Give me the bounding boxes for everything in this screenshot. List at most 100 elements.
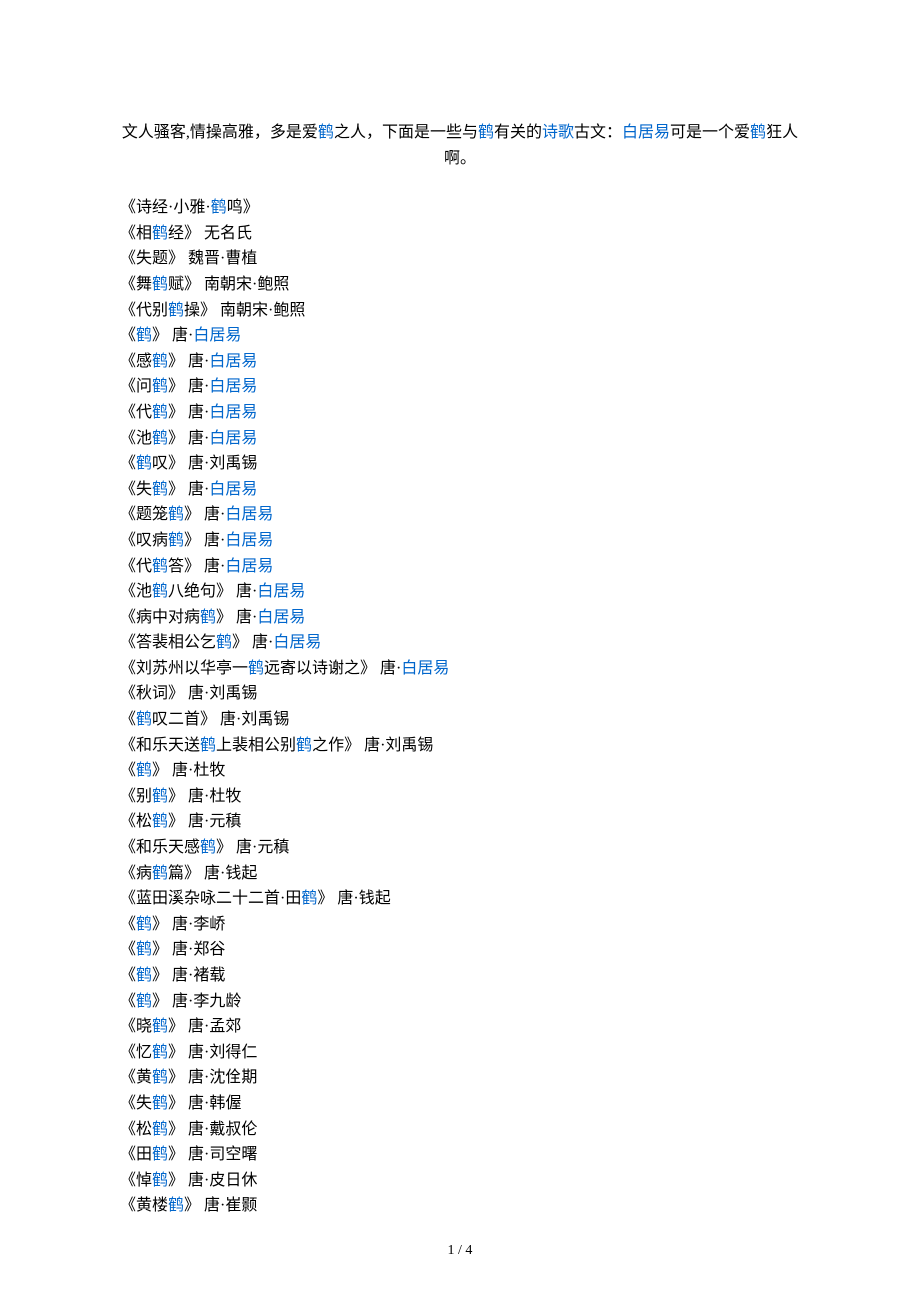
- link-text[interactable]: 鹤: [152, 813, 168, 830]
- link-text[interactable]: 鹤: [152, 225, 168, 242]
- static-text: 》 唐·褚载: [152, 967, 225, 984]
- list-item: 《刘苏州以华亭一鹤远寄以诗谢之》 唐·白居易: [120, 656, 800, 682]
- link-text[interactable]: 鹤: [152, 788, 168, 805]
- static-text: 《: [120, 327, 136, 344]
- static-text: 》 唐·元稹: [216, 839, 289, 856]
- link-text[interactable]: 鹤: [136, 967, 152, 984]
- link-text[interactable]: 鹤: [478, 124, 494, 141]
- link-text[interactable]: 鹤: [152, 583, 168, 600]
- list-item: 《黄鹤》 唐·沈佺期: [120, 1065, 800, 1091]
- static-text: 》 唐·: [168, 481, 209, 498]
- link-text[interactable]: 白居易: [193, 327, 241, 344]
- link-text[interactable]: 鹤: [152, 1172, 168, 1189]
- link-text[interactable]: 鹤: [136, 993, 152, 1010]
- link-text[interactable]: 鹤: [168, 506, 184, 523]
- static-text: 》 唐·郑谷: [152, 941, 225, 958]
- static-text: 有关的: [494, 124, 542, 141]
- list-item: 《黄楼鹤》 唐·崔颢: [120, 1193, 800, 1219]
- static-text: 《代: [120, 558, 152, 575]
- static-text: 》 唐·: [216, 609, 257, 626]
- link-text[interactable]: 鹤: [152, 481, 168, 498]
- link-text[interactable]: 鹤: [152, 1146, 168, 1163]
- link-text[interactable]: 鹤: [750, 124, 766, 141]
- link-text[interactable]: 鹤: [216, 634, 232, 651]
- static-text: 篇》 唐·钱起: [168, 865, 257, 882]
- link-text[interactable]: 鹤: [152, 558, 168, 575]
- link-text[interactable]: 白居易: [273, 634, 321, 651]
- link-text[interactable]: 鹤: [152, 353, 168, 370]
- link-text[interactable]: 白居易: [225, 506, 273, 523]
- link-text[interactable]: 白居易: [209, 430, 257, 447]
- link-text[interactable]: 白居易: [225, 532, 273, 549]
- link-text[interactable]: 鹤: [152, 378, 168, 395]
- list-item: 《鹤叹二首》 唐·刘禹锡: [120, 707, 800, 733]
- link-text[interactable]: 鹤: [248, 660, 264, 677]
- link-text[interactable]: 白居易: [225, 558, 273, 575]
- link-text[interactable]: 白居易: [622, 124, 670, 141]
- link-text[interactable]: 鹤: [136, 711, 152, 728]
- link-text[interactable]: 鹤: [136, 327, 152, 344]
- link-text[interactable]: 鹤: [168, 532, 184, 549]
- static-text: 可是一个爱: [670, 124, 750, 141]
- list-item: 《叹病鹤》 唐·白居易: [120, 528, 800, 554]
- document-page: 文人骚客,情操高雅，多是爱鹤之人，下面是一些与鹤有关的诗歌古文：白居易可是一个爱…: [0, 0, 920, 1302]
- list-item: 《悼鹤》 唐·皮日休: [120, 1168, 800, 1194]
- link-text[interactable]: 鹤: [318, 124, 334, 141]
- list-item: 《秋词》 唐·刘禹锡: [120, 681, 800, 707]
- static-text: 《黄楼: [120, 1197, 168, 1214]
- link-text[interactable]: 鹤: [152, 430, 168, 447]
- static-text: 》 唐·: [184, 506, 225, 523]
- list-item: 《代别鹤操》 南朝宋·鲍照: [120, 298, 800, 324]
- static-text: 《池: [120, 583, 152, 600]
- link-text[interactable]: 白居易: [209, 481, 257, 498]
- list-item: 《和乐天感鹤》 唐·元稹: [120, 835, 800, 861]
- link-text[interactable]: 白居易: [257, 609, 305, 626]
- link-text[interactable]: 鹤: [168, 302, 184, 319]
- link-text[interactable]: 白居易: [209, 378, 257, 395]
- static-text: 》 唐·沈佺期: [168, 1069, 257, 1086]
- link-text[interactable]: 鹤: [301, 890, 317, 907]
- static-text: 《题笼: [120, 506, 168, 523]
- static-text: 《相: [120, 225, 152, 242]
- static-text: 《蓝田溪杂咏二十二首·田: [120, 890, 301, 907]
- static-text: 《: [120, 455, 136, 472]
- link-text[interactable]: 鹤: [136, 941, 152, 958]
- static-text: 》 唐·皮日休: [168, 1172, 257, 1189]
- link-text[interactable]: 白居易: [401, 660, 449, 677]
- link-text[interactable]: 鹤: [152, 1069, 168, 1086]
- static-text: 《诗经·小雅·: [120, 199, 211, 216]
- link-text[interactable]: 鹤: [152, 865, 168, 882]
- list-item: 《答裴相公乞鹤》 唐·白居易: [120, 630, 800, 656]
- static-text: 《和乐天感: [120, 839, 200, 856]
- static-text: 《失题》 魏晋·曹植: [120, 250, 257, 267]
- link-text[interactable]: 白居易: [209, 353, 257, 370]
- static-text: 》 唐·: [168, 378, 209, 395]
- link-text[interactable]: 鹤: [136, 762, 152, 779]
- link-text[interactable]: 鹤: [200, 737, 216, 754]
- link-text[interactable]: 鹤: [152, 404, 168, 421]
- link-text[interactable]: 鹤: [152, 1044, 168, 1061]
- list-item: 《失鹤》 唐·白居易: [120, 477, 800, 503]
- link-text[interactable]: 白居易: [257, 583, 305, 600]
- link-text[interactable]: 鹤: [200, 839, 216, 856]
- link-text[interactable]: 鹤: [200, 609, 216, 626]
- link-text[interactable]: 鹤: [152, 276, 168, 293]
- link-text[interactable]: 鹤: [152, 1095, 168, 1112]
- intro-paragraph: 文人骚客,情操高雅，多是爱鹤之人，下面是一些与鹤有关的诗歌古文：白居易可是一个爱…: [120, 120, 800, 171]
- list-item: 《题笼鹤》 唐·白居易: [120, 502, 800, 528]
- link-text[interactable]: 鹤: [152, 1018, 168, 1035]
- list-item: 《鹤》 唐·白居易: [120, 323, 800, 349]
- link-text[interactable]: 鹤: [136, 455, 152, 472]
- link-text[interactable]: 白居易: [209, 404, 257, 421]
- link-text[interactable]: 诗歌: [542, 124, 574, 141]
- list-item: 《舞鹤赋》 南朝宋·鲍照: [120, 272, 800, 298]
- link-text[interactable]: 鹤: [296, 737, 312, 754]
- list-item: 《和乐天送鹤上裴相公别鹤之作》 唐·刘禹锡: [120, 733, 800, 759]
- link-text[interactable]: 鹤: [211, 199, 227, 216]
- static-text: 》 唐·: [232, 634, 273, 651]
- link-text[interactable]: 鹤: [168, 1197, 184, 1214]
- link-text[interactable]: 鹤: [152, 1121, 168, 1138]
- static-text: 《刘苏州以华亭一: [120, 660, 248, 677]
- static-text: 操》 南朝宋·鲍照: [184, 302, 305, 319]
- link-text[interactable]: 鹤: [136, 916, 152, 933]
